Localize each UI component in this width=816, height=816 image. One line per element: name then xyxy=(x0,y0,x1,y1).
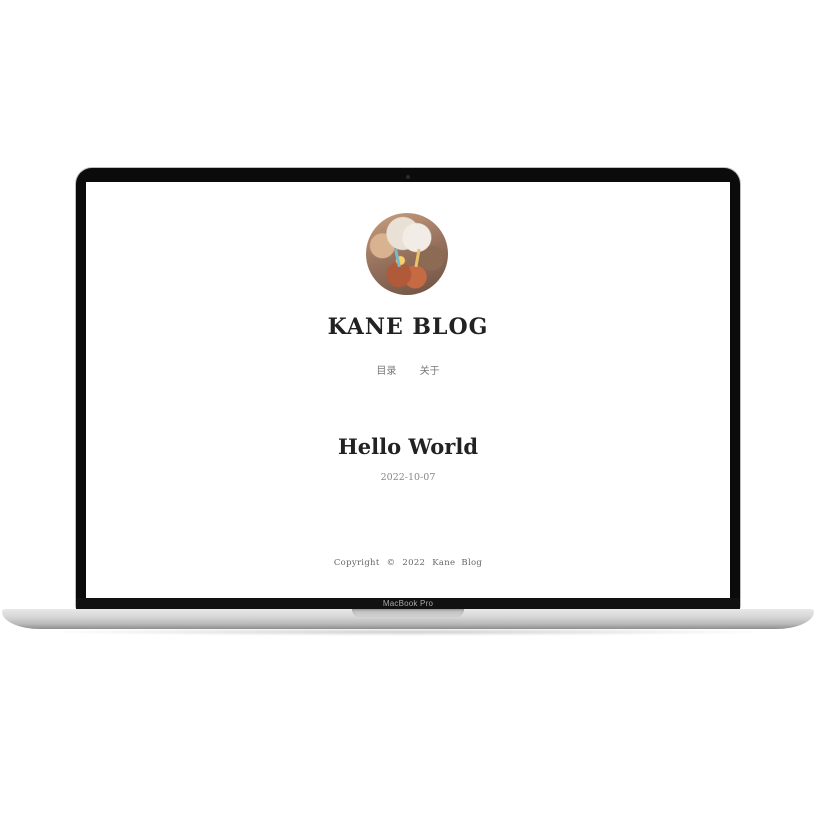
camera-icon xyxy=(406,175,410,179)
avatar[interactable] xyxy=(366,213,448,295)
avatar-detail xyxy=(414,248,421,268)
post-date: 2022-10-07 xyxy=(380,472,436,483)
post-title[interactable]: Hello World xyxy=(86,434,730,459)
blog-title[interactable]: KANE BLOG xyxy=(86,314,730,340)
laptop-mockup: KANE BLOG 目录 关于 Hello World 2022-10-07 C… xyxy=(0,0,816,816)
laptop-base-notch xyxy=(352,609,464,617)
footer-year: 2022 xyxy=(402,558,426,568)
laptop-shadow xyxy=(40,628,776,636)
browser-screen: KANE BLOG 目录 关于 Hello World 2022-10-07 C… xyxy=(86,182,730,598)
main-nav: 目录 关于 xyxy=(86,362,730,377)
footer-copyright-word: Copyright xyxy=(333,558,380,568)
footer-copyright-symbol: © xyxy=(386,558,396,568)
footer-owner: Kane Blog xyxy=(432,558,483,568)
nav-link-about[interactable]: 关于 xyxy=(420,362,440,377)
nav-link-catalog[interactable]: 目录 xyxy=(376,362,396,377)
avatar-detail xyxy=(394,248,401,268)
footer-copyright: Copyright © 2022 Kane Blog xyxy=(86,558,730,568)
